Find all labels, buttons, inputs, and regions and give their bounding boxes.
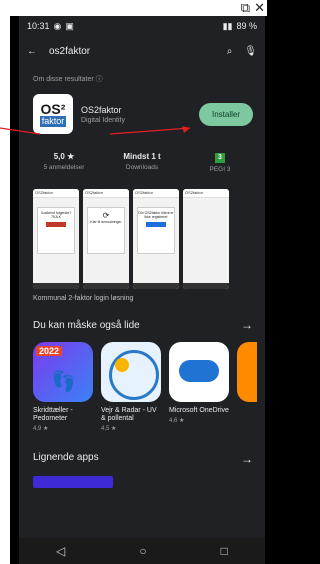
phone-screen: 10:31 ◉ ▣ ▮▮ 89 % ← os2faktor ⌕ 🎙 Om dis… bbox=[19, 16, 265, 564]
notification-icon: ◉ bbox=[53, 20, 62, 31]
recommend-apps[interactable]: 2022 👣 Skridttæller - Pedometer 4,9 ★ Ve… bbox=[19, 332, 265, 432]
similar-header[interactable]: Lignende apps → bbox=[19, 432, 265, 466]
onedrive-cloud-icon[interactable] bbox=[169, 342, 229, 402]
stat-downloads: Mindst 1 t Downloads bbox=[123, 152, 161, 171]
screenshot-1[interactable]: OS2faktor Godkend fulgende? 75JLK bbox=[33, 189, 79, 289]
app-name[interactable]: OS2faktor bbox=[81, 105, 191, 115]
screenshot-2[interactable]: OS2faktor ⟳ Klar til anmodninger bbox=[83, 189, 129, 289]
microphone-icon[interactable]: 🎙 bbox=[244, 46, 257, 57]
partial-app-card[interactable] bbox=[237, 342, 257, 402]
stat-pegi: 3 PEGI 3 bbox=[209, 153, 231, 173]
nav-recents-icon[interactable]: □ bbox=[221, 544, 228, 558]
weather-radar-icon[interactable] bbox=[101, 342, 161, 402]
search-query[interactable]: os2faktor bbox=[49, 46, 215, 57]
open-external-icon[interactable]: ⧉ bbox=[241, 0, 250, 16]
battery-level: 89 % bbox=[236, 21, 257, 31]
status-bar: 10:31 ◉ ▣ ▮▮ 89 % bbox=[19, 16, 265, 36]
signal-icon: ▮▮ bbox=[222, 20, 233, 31]
nav-back-icon[interactable]: ◁ bbox=[56, 544, 65, 558]
message-icon: ▣ bbox=[65, 20, 74, 31]
window-controls: ⧉ ✕ bbox=[241, 0, 265, 16]
pegi-icon: 3 bbox=[215, 153, 225, 163]
app-tagline: Kommunal 2-faktor login løsning bbox=[33, 295, 134, 302]
clock: 10:31 bbox=[27, 21, 50, 31]
nav-home-icon[interactable]: ○ bbox=[139, 544, 146, 558]
screenshot-4[interactable]: OS2faktor bbox=[183, 189, 229, 289]
app-stats: 5,0 ★ 5 anmeldelser Mindst 1 t Downloads… bbox=[19, 134, 265, 173]
search-bar[interactable]: ← os2faktor ⌕ 🎙 bbox=[19, 36, 265, 66]
app-icon-text-top: OS² bbox=[40, 100, 66, 117]
app-icon[interactable]: OS² faktor bbox=[33, 94, 73, 134]
about-results[interactable]: Om disse resultater ⓘ bbox=[19, 66, 265, 84]
similar-app-preview[interactable] bbox=[33, 476, 113, 488]
stat-rating: 5,0 ★ 5 anmeldelser bbox=[43, 152, 85, 171]
screenshot-3[interactable]: OS2faktor Din OS2faktor klient er ikke r… bbox=[133, 189, 179, 289]
search-icon[interactable]: ⌕ bbox=[227, 46, 233, 57]
app-icon-text-bottom: faktor bbox=[39, 115, 67, 127]
close-icon[interactable]: ✕ bbox=[254, 0, 265, 16]
app-card[interactable]: 2022 👣 Skridttæller - Pedometer 4,9 ★ bbox=[33, 342, 93, 432]
arrow-right-icon[interactable]: → bbox=[241, 318, 253, 332]
browser-top-bar bbox=[0, 0, 267, 16]
arrow-right-icon[interactable]: → bbox=[241, 452, 253, 466]
screenshot-carousel[interactable]: OS2faktor Godkend fulgende? 75JLK OS2fakt… bbox=[19, 173, 265, 289]
left-margin bbox=[0, 16, 10, 564]
install-button[interactable]: Installer bbox=[198, 102, 253, 126]
pedometer-icon[interactable]: 2022 👣 bbox=[33, 342, 93, 402]
back-arrow-icon[interactable]: ← bbox=[27, 46, 37, 57]
app-result[interactable]: OS² faktor OS2faktor Digital Identity In… bbox=[19, 84, 265, 134]
app-card[interactable]: Vejr & Radar - UV & pollental 4,5 ★ bbox=[101, 342, 161, 432]
android-nav-bar: ◁ ○ □ bbox=[19, 538, 265, 564]
app-developer: Digital Identity bbox=[81, 116, 125, 124]
app-card[interactable]: Microsoft OneDrive 4,6 ★ bbox=[169, 342, 229, 432]
recommend-header[interactable]: Du kan måske også lide → bbox=[19, 302, 265, 332]
